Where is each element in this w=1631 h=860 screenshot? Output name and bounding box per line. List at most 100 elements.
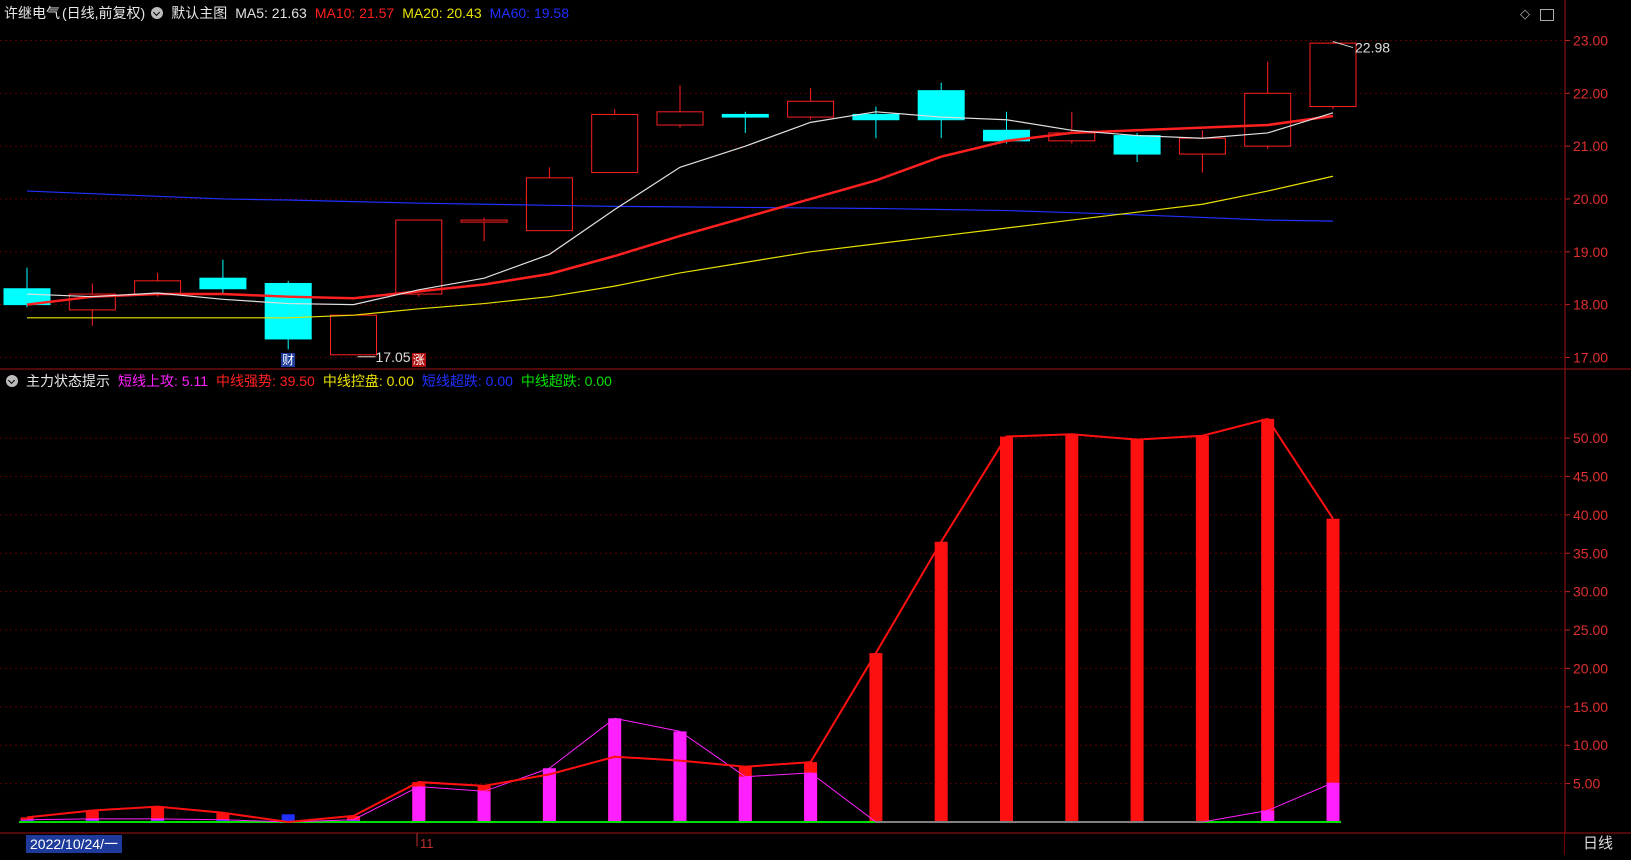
chart-stage[interactable]: 23.00 22.00 21.00 20.00 19.00 18.00 17.00 50.00…: [0, 0, 1631, 855]
short-attack-bar: [477, 791, 491, 822]
indicator-bar: [934, 541, 948, 822]
candle: [656, 85, 704, 128]
indicator-legend-item: 短线上攻: 5.11: [118, 373, 208, 389]
sub-y-tick-label: 25.00: [1573, 622, 1608, 638]
candle: [3, 267, 51, 308]
high-price-label: 22.98: [1355, 40, 1390, 56]
mid-strong-bar: [1000, 436, 1013, 822]
sub-y-tick-label: 10.00: [1573, 737, 1608, 753]
indicator-bar: [673, 731, 687, 822]
candle: [721, 111, 769, 133]
event-flag[interactable]: 财: [281, 353, 296, 367]
candle: [1309, 41, 1357, 110]
sub-y-tick-label: 45.00: [1573, 468, 1608, 484]
candle-body: [1309, 42, 1357, 108]
indicator-bar: [869, 653, 883, 822]
candle: [1244, 61, 1292, 149]
mid-strong-bar: [869, 653, 883, 822]
indicator-menu-icon[interactable]: [6, 375, 18, 387]
main-y-tick-label: 17.00: [1573, 349, 1608, 365]
event-flag[interactable]: 涨: [411, 353, 426, 367]
candle: [591, 109, 639, 174]
indicator-bar: [1000, 436, 1013, 822]
candle-body: [721, 113, 769, 118]
mid-strong-bar: [1326, 518, 1340, 822]
main-y-tick-label: 20.00: [1573, 191, 1608, 207]
sub-y-tick-label: 35.00: [1573, 545, 1608, 561]
candle: [395, 219, 443, 297]
mid-strong-bar: [1065, 434, 1079, 822]
short-attack-bar: [412, 786, 426, 822]
sub-y-tick-label: 20.00: [1573, 660, 1608, 676]
short-attack-bar: [804, 772, 818, 822]
indicator-bar: [804, 762, 818, 822]
indicator-bar: [542, 768, 556, 822]
candle-body: [852, 113, 900, 121]
diamond-icon[interactable]: ◇: [1520, 6, 1530, 22]
candle: [787, 88, 835, 120]
candle-body: [525, 177, 573, 232]
indicator-bar: [1195, 435, 1209, 822]
indicator-bar: [738, 766, 752, 822]
template-name[interactable]: 默认主图: [171, 3, 227, 23]
sub-y-tick-label: 5.00: [1573, 776, 1600, 792]
mid-strong-bar: [934, 541, 948, 822]
candle: [917, 82, 965, 139]
period-tab[interactable]: 日线: [1564, 833, 1631, 855]
main-y-tick-label: 19.00: [1573, 244, 1608, 260]
low-price-label: 17.05: [376, 349, 411, 365]
sub-y-tick-label: 30.00: [1573, 584, 1608, 600]
candle-body: [1113, 135, 1161, 155]
indicator-bar: [1326, 518, 1340, 822]
indicator-bar: [1065, 434, 1079, 822]
candle: [264, 280, 312, 350]
indicator-bar: [608, 718, 622, 822]
stock-name[interactable]: 许继电气: [4, 3, 60, 23]
adjust-mode[interactable]: (日线,前复权): [62, 3, 145, 23]
sub-chart-header: 主力状态提示 短线上攻: 5.11 中线强势: 39.50 中线控盘: 0.00 短线…: [4, 371, 628, 391]
sub-y-tick-label: 15.00: [1573, 699, 1608, 715]
indicator-title[interactable]: 主力状态提示: [26, 371, 110, 391]
main-y-tick-label: 23.00: [1573, 32, 1608, 48]
main-y-tick-label: 21.00: [1573, 138, 1608, 154]
indicator-bar: [412, 782, 426, 822]
indicator-legend-item: 中线强势: 39.50: [216, 373, 315, 389]
mid-strong-bar: [1195, 435, 1209, 822]
ma-legend-item: MA10: 21.57: [314, 5, 395, 21]
candle-body: [1244, 92, 1292, 147]
short-attack-bar: [1261, 810, 1275, 822]
sub-y-tick-label: 40.00: [1573, 507, 1608, 523]
candle: [1113, 132, 1161, 162]
candle-body: [787, 100, 835, 118]
chart-canvas[interactable]: 23.00 22.00 21.00 20.00 19.00 18.00 17.00 50.00…: [0, 0, 1631, 855]
indicator-bar: [151, 806, 165, 822]
short-attack-bar: [1326, 782, 1340, 822]
candle-body: [591, 113, 639, 174]
indicator-bar: [85, 810, 99, 822]
ma-legend: MA5: 21.63 MA10: 21.57 MA20: 20.43 MA60: 19…: [235, 5, 577, 21]
mid-strong-bar: [1130, 439, 1144, 822]
short-attack-bar: [608, 718, 622, 822]
candle-body: [330, 314, 377, 356]
candle: [525, 167, 573, 232]
candle: [68, 283, 116, 326]
indicator-bar: [1261, 418, 1275, 822]
indicator-bar: [1130, 439, 1144, 822]
candle-body: [199, 277, 247, 290]
candle-body: [656, 111, 704, 126]
window-icon[interactable]: [1540, 9, 1554, 21]
main-chart-header: 许继电气 (日线,前复权) 默认主图 MA5: 21.63 MA10: 21.57…: [4, 3, 585, 23]
sub-y-tick-label: 50.00: [1573, 430, 1608, 446]
candle: [460, 217, 508, 242]
ma60-line: [26, 190, 1334, 222]
candle: [199, 259, 247, 295]
candle-body: [1178, 137, 1226, 155]
short-attack-bar: [542, 768, 556, 822]
indicator-legend-item: 中线控盘: 0.00: [322, 373, 414, 389]
indicator-legend-item: 中线超跌: 0.00: [520, 373, 612, 389]
time-axis: [0, 833, 1631, 855]
mid-strong-bar: [1261, 418, 1275, 822]
template-menu-icon[interactable]: [151, 7, 164, 19]
month-tick-label: 11: [420, 836, 434, 851]
candle-body: [264, 282, 312, 340]
